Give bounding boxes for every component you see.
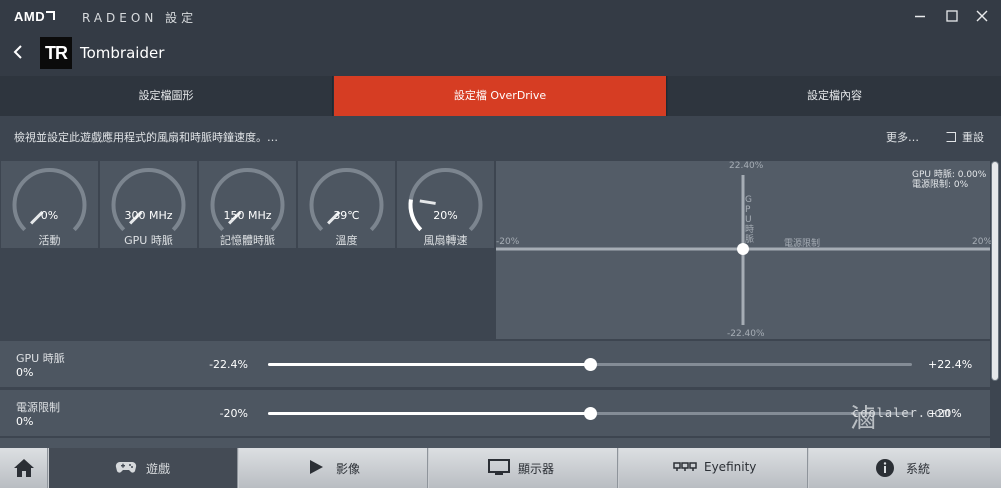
slider-value: 0% — [16, 415, 34, 428]
nav-label: 顯示器 — [518, 462, 555, 476]
bottom-nav: 遊戲 影像 顯示器 Eyefinity 系統 — [0, 448, 1001, 488]
reset-icon — [946, 132, 956, 142]
gauge-temperature: 39℃ 溫度 — [298, 161, 395, 248]
gauge-label: 記憶體時脈 — [220, 234, 275, 247]
profile-tabs: 設定檔圖形 設定檔 OverDrive 設定檔內容 — [0, 76, 1001, 116]
slider-thumb[interactable] — [584, 407, 597, 420]
tab-profile-graphics[interactable]: 設定檔圖形 — [0, 76, 333, 116]
gauge-value: 20% — [433, 209, 458, 222]
slider-value: 0% — [16, 366, 34, 379]
minimize-icon[interactable] — [912, 8, 928, 24]
gauge-label: 風扇轉速 — [423, 234, 468, 247]
amd-arrow-icon — [46, 11, 56, 20]
slider-name: GPU 時脈 — [16, 352, 65, 365]
title-bar: AMD RADEON 設定 — [0, 0, 1001, 34]
graph-y-top-label: 22.40% — [729, 161, 764, 171]
nav-video[interactable]: 影像 — [239, 448, 428, 488]
graph-x-left-label: -20% — [496, 237, 520, 247]
slider-min-label: -20% — [219, 407, 248, 420]
nav-label: 遊戲 — [146, 462, 171, 476]
overdrive-graph[interactable]: 22.40% -22.40% -20% 20% 電源限制 GPU時脈 GPU 時… — [496, 161, 993, 339]
gauge-value: 39℃ — [333, 209, 360, 222]
gauge-needle — [419, 199, 436, 205]
game-title: Tombraider — [80, 44, 165, 62]
gauge-value: 0% — [40, 209, 59, 222]
description-bar: 檢視並設定此遊戲應用程式的風扇和時脈時鐘速度。… 更多… 重設 — [0, 116, 1001, 160]
slider-fill — [268, 412, 590, 415]
slider-name: 電源限制 — [16, 401, 60, 414]
profile-header: TR Tombraider — [0, 34, 1001, 76]
slider-row-gpu-clock: GPU 時脈 0% -22.4% +22.4% — [0, 341, 990, 387]
more-link[interactable]: 更多… — [886, 129, 919, 145]
gauge-activity: 0% 活動 — [1, 161, 98, 248]
graph-y-axis-label: GPU時脈 — [745, 195, 755, 245]
maximize-icon[interactable] — [944, 8, 960, 24]
nav-gaming[interactable]: 遊戲 — [49, 448, 238, 488]
description-text: 檢視並設定此遊戲應用程式的風扇和時脈時鐘速度。… — [14, 131, 278, 144]
slider-max-label: +22.4% — [928, 358, 973, 371]
slider-min-label: -22.4% — [209, 358, 248, 371]
reset-button[interactable]: 重設 — [946, 129, 984, 145]
gauge-memory-clock: 150 MHz 記憶體時脈 — [199, 161, 296, 248]
gauge-value: 150 MHz — [223, 209, 272, 222]
graph-y-bottom-label: -22.40% — [727, 329, 765, 339]
monitor-icon — [487, 458, 511, 481]
graph-x-axis-label: 電源限制 — [784, 239, 821, 249]
gauge-label: GPU 時脈 — [124, 234, 173, 247]
tab-profile-content[interactable]: 設定檔內容 — [668, 76, 1001, 116]
next-row-peek — [0, 438, 990, 448]
product-name: RADEON 設定 — [82, 11, 198, 25]
slider-thumb[interactable] — [584, 358, 597, 371]
chevron-left-icon[interactable] — [12, 43, 24, 66]
watermark-text: coolaler.com — [852, 406, 951, 420]
nav-display[interactable]: 顯示器 — [429, 448, 618, 488]
graph-x-right-label: 20% — [972, 237, 993, 247]
amd-logo: AMD — [14, 9, 56, 24]
home-button[interactable] — [0, 448, 48, 488]
game-logo: TR — [40, 37, 72, 69]
nav-system[interactable]: 系統 — [809, 448, 1001, 488]
scrollbar-thumb[interactable] — [992, 162, 998, 380]
gauge-fan-speed: 20% 風扇轉速 — [397, 161, 494, 248]
nav-label: 影像 — [336, 462, 361, 476]
gauge-gpu-clock: 300 MHz GPU 時脈 — [100, 161, 197, 248]
gauge-label: 溫度 — [335, 234, 358, 247]
graph-readout-power: 電源限制: 0% — [912, 180, 969, 190]
nav-label: Eyefinity — [704, 460, 757, 474]
gamepad-icon — [115, 458, 137, 481]
close-icon[interactable] — [974, 8, 990, 24]
slider-fill — [268, 363, 590, 366]
power-limit-slider[interactable] — [268, 407, 912, 420]
gpu-clock-slider[interactable] — [268, 358, 912, 371]
gauge-label: 活動 — [38, 234, 61, 247]
eyefinity-icon — [673, 458, 697, 481]
slider-row-power-limit: 電源限制 0% -20% +20% — [0, 390, 990, 436]
tab-profile-overdrive[interactable]: 設定檔 OverDrive — [334, 76, 667, 116]
nav-label: 系統 — [906, 462, 931, 476]
info-icon — [875, 458, 895, 483]
play-icon — [307, 458, 325, 481]
home-icon — [14, 459, 34, 477]
nav-eyefinity[interactable]: Eyefinity — [619, 448, 808, 488]
gauge-value: 300 MHz — [124, 209, 173, 222]
